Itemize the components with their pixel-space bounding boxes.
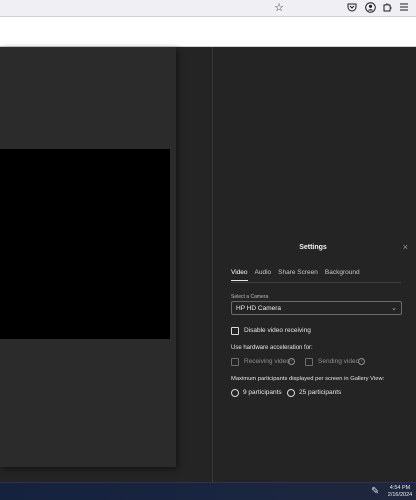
gallery-view-label: Maximum participants displayed per scree…	[231, 376, 385, 382]
disable-video-receiving-checkbox[interactable]	[231, 327, 239, 335]
receiving-video-checkbox[interactable]	[231, 358, 239, 366]
page-header-area	[0, 17, 416, 47]
disable-video-receiving-label: Disable video receiving	[244, 327, 311, 334]
receiving-video-label: Receiving video	[244, 358, 290, 365]
taskbar: ✎ 4:54 PM 2/16/2024	[0, 482, 416, 500]
radio-25-participants-label: 25 participants	[299, 389, 342, 396]
video-panel	[0, 47, 176, 467]
help-icon[interactable]: ?	[358, 358, 365, 365]
taskbar-clock[interactable]: 4:54 PM 2/16/2024	[386, 485, 414, 499]
pocket-icon[interactable]	[346, 2, 358, 14]
menu-icon[interactable]	[398, 2, 410, 14]
video-preview	[0, 149, 170, 339]
camera-select-value: HP HD Camera	[236, 305, 282, 312]
browser-toolbar: ☆	[0, 0, 416, 17]
hardware-acceleration-label: Use hardware acceleration for:	[231, 345, 313, 351]
clock-date: 2/16/2024	[387, 492, 413, 498]
settings-tabs: Video Audio Share Screen Background	[231, 269, 360, 281]
tab-divider	[231, 282, 401, 283]
sending-video-label: Sending video	[318, 358, 360, 365]
radio-9-participants[interactable]	[231, 389, 239, 397]
chevron-down-icon: ⌄	[391, 305, 397, 312]
tab-share-screen[interactable]: Share Screen	[278, 269, 318, 281]
camera-label: Select a Camera	[231, 294, 269, 300]
tab-video[interactable]: Video	[231, 269, 248, 281]
help-icon[interactable]: ?	[288, 358, 295, 365]
radio-9-participants-label: 9 participants	[243, 389, 282, 396]
settings-title: Settings	[299, 244, 327, 251]
clock-time: 4:54 PM	[389, 485, 411, 491]
camera-select[interactable]: HP HD Camera ⌄	[231, 301, 402, 315]
panel-divider	[212, 47, 213, 482]
star-icon[interactable]: ☆	[273, 2, 285, 14]
radio-25-participants[interactable]	[287, 389, 295, 397]
settings-panel: Settings × Video Audio Share Screen Back…	[222, 235, 412, 415]
sending-video-checkbox[interactable]	[305, 358, 313, 366]
pen-icon[interactable]: ✎	[371, 486, 379, 498]
tab-audio[interactable]: Audio	[255, 269, 272, 281]
tab-background[interactable]: Background	[325, 269, 360, 281]
account-icon[interactable]	[364, 2, 376, 14]
close-icon[interactable]: ×	[403, 242, 408, 252]
extensions-icon[interactable]	[381, 2, 393, 14]
